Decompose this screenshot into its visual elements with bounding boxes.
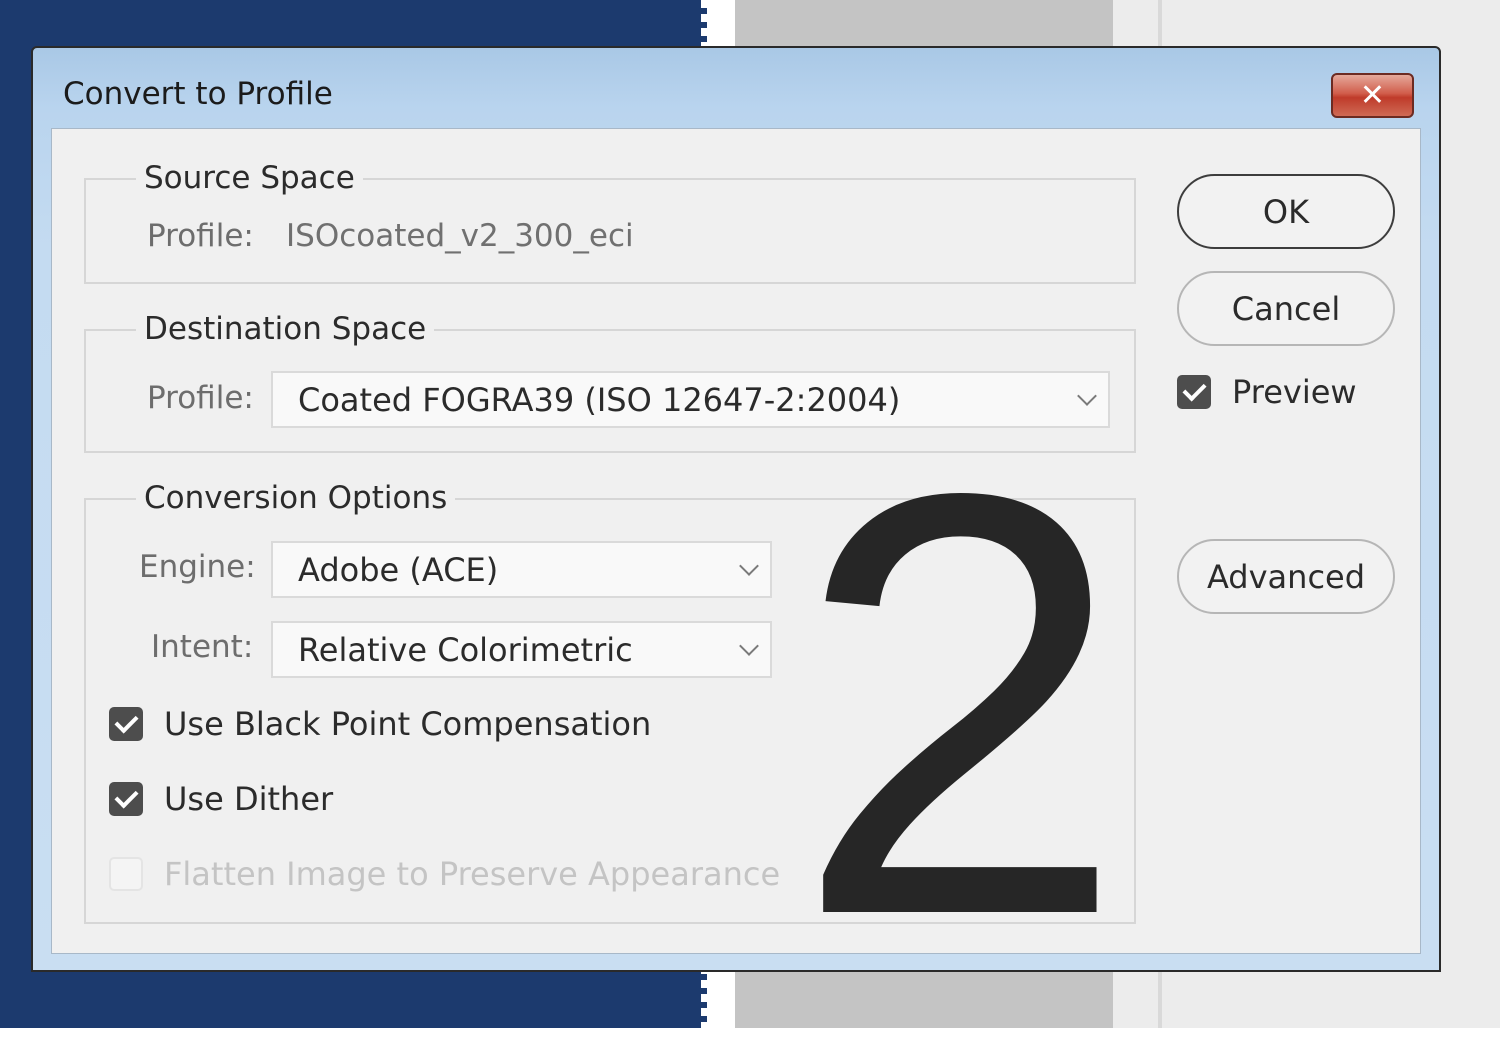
close-button[interactable]: ✕ — [1331, 73, 1414, 118]
chevron-down-icon — [739, 636, 759, 656]
destination-profile-label: Profile: — [147, 380, 254, 416]
black-point-compensation-checkbox[interactable] — [109, 707, 143, 741]
dialog-body: Source Space Profile: ISOcoated_v2_300_e… — [51, 128, 1421, 954]
convert-to-profile-dialog: Convert to Profile ✕ Source Space Profil… — [31, 46, 1441, 972]
intent-select[interactable]: Relative Colorimetric — [271, 621, 772, 678]
cancel-button[interactable]: Cancel — [1177, 271, 1395, 346]
source-space-legend: Source Space — [136, 158, 363, 198]
preview-label[interactable]: Preview — [1232, 372, 1357, 412]
intent-label: Intent: — [151, 629, 254, 665]
close-icon: ✕ — [1359, 78, 1386, 113]
use-dither-checkbox[interactable] — [109, 782, 143, 816]
dialog-title: Convert to Profile — [63, 76, 333, 112]
intent-value: Relative Colorimetric — [298, 631, 633, 669]
destination-space-legend: Destination Space — [136, 309, 435, 349]
source-profile-label: Profile: — [147, 218, 254, 254]
engine-select[interactable]: Adobe (ACE) — [271, 541, 772, 598]
preview-checkbox[interactable] — [1177, 375, 1211, 409]
advanced-button[interactable]: Advanced — [1177, 539, 1395, 614]
flatten-image-label: Flatten Image to Preserve Appearance — [164, 855, 781, 893]
engine-value: Adobe (ACE) — [298, 551, 499, 589]
chevron-down-icon — [739, 556, 759, 576]
flatten-image-checkbox — [109, 857, 143, 891]
source-space-group: Source Space Profile: ISOcoated_v2_300_e… — [84, 158, 1136, 284]
engine-label: Engine: — [139, 549, 256, 585]
black-point-compensation-label[interactable]: Use Black Point Compensation — [164, 704, 651, 744]
source-profile-value: ISOcoated_v2_300_eci — [286, 218, 634, 254]
conversion-options-legend: Conversion Options — [136, 478, 456, 518]
use-dither-label[interactable]: Use Dither — [164, 779, 333, 819]
ok-button[interactable]: OK — [1177, 174, 1395, 249]
step-number-overlay: 2 — [793, 370, 1127, 1040]
